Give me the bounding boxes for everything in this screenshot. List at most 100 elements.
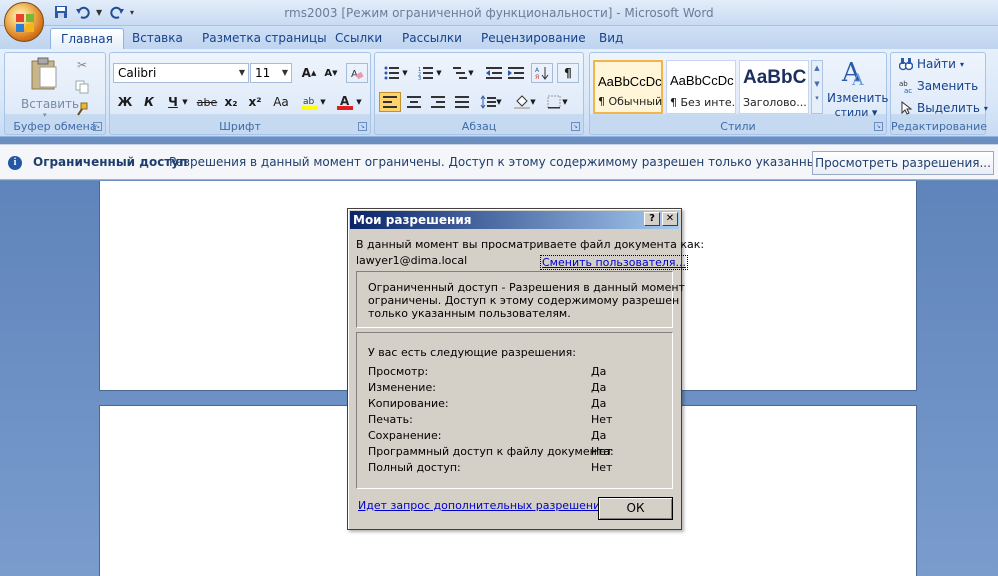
editing-group-label: Редактирование [891, 120, 987, 133]
title-bar: ▼ ▾ rms2003 [Режим ограниченной функцион… [0, 0, 998, 26]
cut-icon[interactable]: ✂ [71, 55, 93, 75]
numbering-icon[interactable]: 123 [415, 63, 437, 83]
permission-name: Изменение: [368, 381, 436, 394]
replace-button[interactable]: ab ac Заменить [899, 79, 978, 93]
svg-text:Я: Я [535, 74, 539, 80]
decrease-indent-icon[interactable] [483, 63, 505, 83]
underline-dropdown-icon[interactable]: ▼ [180, 92, 190, 112]
more-styles-icon[interactable]: ▾ [812, 94, 822, 102]
subscript-button[interactable]: x₂ [220, 92, 242, 112]
shading-dropdown-icon[interactable]: ▼ [529, 92, 537, 112]
tab-review[interactable]: Рецензирование [471, 28, 596, 49]
current-user: lawyer1@dima.local [356, 254, 468, 267]
change-styles-label: Изменить [827, 91, 889, 105]
tab-mailings[interactable]: Рассылки [392, 28, 472, 49]
request-permissions-link[interactable]: Идет запрос дополнительных разрешений... [358, 499, 618, 512]
ribbon-tabs: Главная Вставка Разметка страницы Ссылки… [0, 26, 998, 49]
restricted-access-bar: i Ограниченный доступ Разрешения в данны… [0, 144, 998, 180]
clear-formatting-icon[interactable]: A [346, 63, 368, 83]
copy-icon[interactable] [71, 77, 93, 97]
style-no-spacing[interactable]: AaBbCcDc ¶ Без инте... [666, 60, 736, 114]
permission-value: Нет [591, 461, 613, 474]
svg-text:A: A [340, 94, 350, 108]
font-size-combo[interactable]: 11 ▼ [250, 63, 292, 83]
change-user-link[interactable]: Сменить пользователя... [540, 255, 689, 270]
chevron-down-icon[interactable]: ▼ [812, 80, 822, 88]
group-paragraph: ▼ 123 ▼ ▼ AЯ ¶ ▼ ▼ ▼ Абзац ↘ [374, 52, 584, 135]
replace-label: Заменить [917, 79, 979, 93]
ribbon: Вставить ▾ ✂ Буфер обмена ↘ Calibri ▼ 11… [0, 49, 998, 137]
format-painter-icon[interactable] [71, 99, 93, 119]
grow-font-icon[interactable]: A ▲ [298, 63, 320, 83]
bullets-icon[interactable] [381, 63, 403, 83]
help-button[interactable]: ? [644, 212, 660, 226]
svg-text:3: 3 [418, 76, 421, 80]
paragraph-launcher-icon[interactable]: ↘ [571, 122, 580, 131]
italic-button[interactable]: К [138, 92, 160, 112]
bold-button[interactable]: Ж [114, 92, 136, 112]
show-marks-icon[interactable]: ¶ [557, 63, 579, 83]
paste-dropdown-icon: ▾ [43, 111, 47, 119]
tab-view[interactable]: Вид [589, 28, 633, 49]
font-size-value: 11 [255, 66, 271, 80]
style-name: Заголово... [743, 96, 807, 109]
strikethrough-button[interactable]: abe [196, 92, 218, 112]
style-name: ¶ Обычный [598, 95, 662, 108]
viewing-as-text: В данный момент вы просматриваете файл д… [356, 238, 705, 251]
increase-indent-icon[interactable] [505, 63, 527, 83]
shrink-font-icon[interactable]: A ▼ [320, 63, 342, 83]
numbering-dropdown-icon[interactable]: ▼ [435, 63, 443, 83]
align-center-icon[interactable] [403, 92, 425, 112]
highlight-dropdown-icon[interactable]: ▼ [318, 92, 328, 112]
tab-home[interactable]: Главная [50, 28, 124, 49]
permission-value: Нет [591, 413, 613, 426]
bullets-dropdown-icon[interactable]: ▼ [401, 63, 409, 83]
style-name: ¶ Без инте... [670, 96, 734, 109]
font-color-dropdown-icon[interactable]: ▼ [354, 92, 364, 112]
select-button[interactable]: Выделить ▾ [899, 101, 988, 115]
ok-button[interactable]: ОК [598, 497, 673, 520]
change-styles-button[interactable]: A A Изменить стили ▾ [827, 57, 889, 119]
chevron-up-icon[interactable]: ▲ [812, 64, 822, 72]
svg-text:ab: ab [303, 97, 315, 107]
permission-name: Печать: [368, 413, 413, 426]
paragraph-group-label: Абзац [461, 120, 497, 133]
style-sample: AaBbCcDc [598, 74, 662, 89]
align-right-icon[interactable] [427, 92, 449, 112]
office-button[interactable] [4, 2, 44, 42]
tab-page-layout[interactable]: Разметка страницы [192, 28, 337, 49]
multilevel-dropdown-icon[interactable]: ▼ [467, 63, 475, 83]
borders-dropdown-icon[interactable]: ▼ [561, 92, 569, 112]
svg-text:ac: ac [904, 87, 912, 93]
chevron-down-icon: ▼ [281, 68, 288, 77]
superscript-button[interactable]: x² [244, 92, 266, 112]
font-group-label: Шрифт [219, 120, 261, 133]
style-heading1[interactable]: AaBbC Заголово... [739, 60, 809, 114]
sort-icon[interactable]: AЯ [531, 63, 553, 83]
permissions-panel: У вас есть следующие разрешения: Просмот… [356, 332, 673, 489]
justify-icon[interactable] [451, 92, 473, 112]
font-color-icon[interactable]: A [334, 92, 356, 112]
dialog-title: Мои разрешения [353, 213, 472, 227]
view-permissions-button[interactable]: Просмотреть разрешения... [812, 151, 994, 175]
permission-value: Да [591, 429, 607, 442]
tab-insert[interactable]: Вставка [122, 28, 193, 49]
styles-group-label: Стили [720, 120, 756, 133]
permission-name: Копирование: [368, 397, 449, 410]
clipboard-launcher-icon[interactable]: ↘ [93, 122, 102, 131]
change-case-button[interactable]: Aa [268, 92, 294, 112]
font-name-value: Calibri [118, 66, 157, 80]
styles-launcher-icon[interactable]: ↘ [874, 122, 883, 131]
font-launcher-icon[interactable]: ↘ [358, 122, 367, 131]
style-sample: AaBbC [743, 67, 807, 88]
permission-value: Нет [591, 445, 613, 458]
find-button[interactable]: Найти ▾ [899, 57, 964, 71]
style-normal[interactable]: AaBbCcDc ¶ Обычный [593, 60, 663, 114]
styles-scroller[interactable]: ▲ ▼ ▾ [811, 60, 823, 114]
line-spacing-dropdown-icon[interactable]: ▼ [495, 92, 503, 112]
font-name-combo[interactable]: Calibri ▼ [113, 63, 249, 83]
tab-references[interactable]: Ссылки [325, 28, 392, 49]
close-icon[interactable]: ✕ [662, 212, 678, 226]
paste-button[interactable]: Вставить ▾ [15, 57, 79, 119]
align-left-icon[interactable] [379, 92, 401, 112]
